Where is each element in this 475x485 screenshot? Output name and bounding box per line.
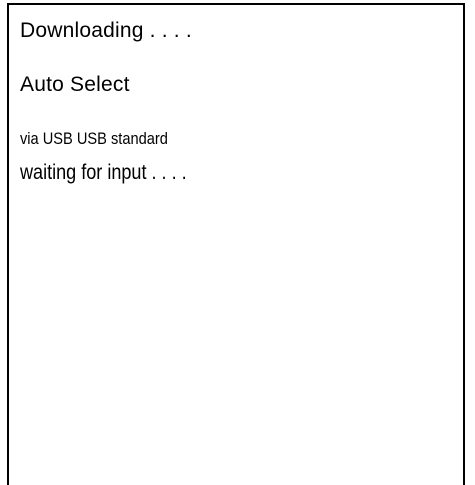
input-waiting-text: waiting for input . . . .: [20, 161, 187, 184]
connection-port-text: via USB USB standard: [20, 129, 168, 148]
lcd-display-panel: Downloading . . . . Auto Select via USB …: [7, 3, 465, 485]
download-status-text: Downloading . . . .: [20, 19, 192, 42]
mode-selection-text: Auto Select: [20, 73, 130, 96]
